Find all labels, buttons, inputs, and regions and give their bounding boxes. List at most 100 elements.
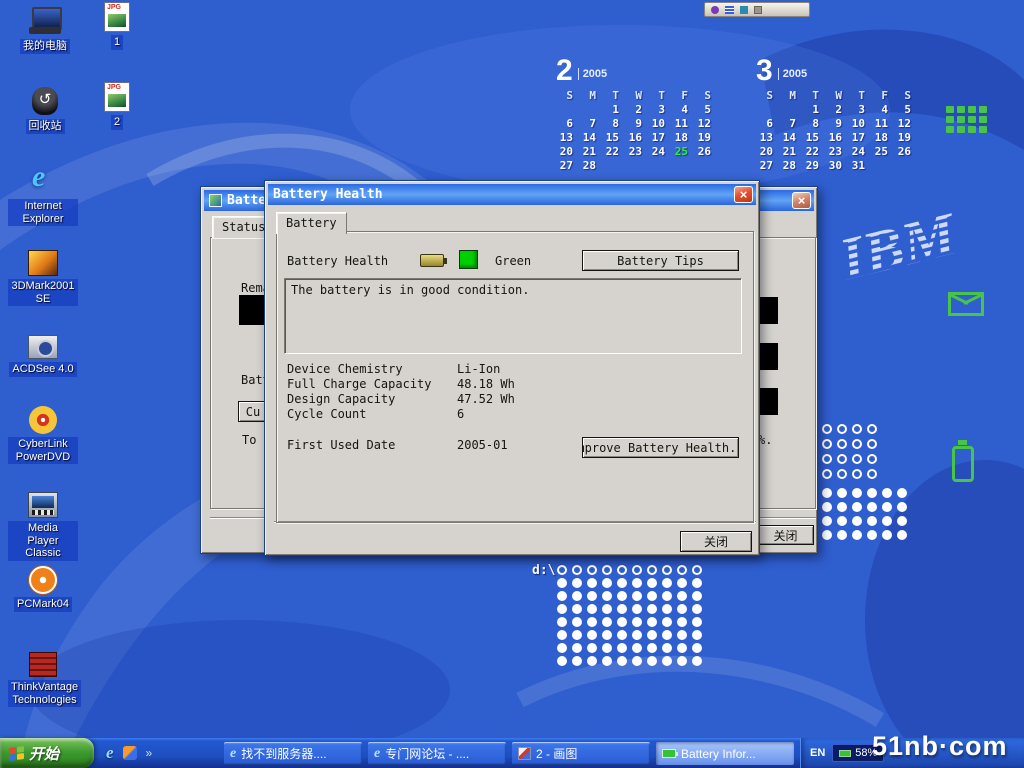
desktop-icon-label: 我的电脑: [20, 39, 70, 54]
tray-language-indicator[interactable]: EN: [810, 747, 825, 759]
desktop-icon-label: 1: [111, 35, 123, 50]
taskbar-task-paint[interactable]: 2 - 画图: [512, 742, 650, 765]
desktop-icon-pcmark04[interactable]: PCMark04: [8, 566, 78, 612]
desktop-icon-label: 3DMark2001 SE: [8, 279, 78, 306]
desktop-icon-acdsee[interactable]: ACDSee 4.0: [8, 332, 78, 377]
calendar-month: 2: [556, 56, 573, 86]
taskbar-task-battery-information[interactable]: Battery Infor...: [656, 742, 794, 765]
grid-icon: [946, 106, 990, 136]
desktop-icon-label: CyberLink PowerDVD: [8, 437, 78, 464]
jpg-file-icon: [104, 2, 130, 32]
battery-health-body: Battery Battery Health Green Battery Tip…: [268, 205, 756, 552]
language-bar[interactable]: [704, 2, 810, 17]
language-bar-keyboard-icon[interactable]: [725, 6, 734, 14]
desktop: IBM d:\ 2 2005 SMTWTFS123456789101112131…: [0, 0, 1024, 768]
3dmark-icon: [28, 250, 58, 276]
close-button[interactable]: 关闭: [757, 525, 814, 545]
window-title: Battery Health: [273, 187, 734, 202]
task-label: 专门网论坛 - ....: [385, 745, 469, 762]
quicklaunch-ie-icon[interactable]: e: [106, 743, 114, 763]
desktop-icon-label: PCMark04: [14, 597, 72, 612]
field-label: Cycle Count: [287, 407, 457, 422]
jpg-file-icon: [104, 82, 130, 112]
desktop-icon-jpg-1[interactable]: 1: [90, 2, 144, 50]
paint-icon: [518, 747, 531, 760]
quicklaunch-media-icon[interactable]: [123, 746, 137, 760]
calendar-year: 2005: [578, 68, 607, 80]
first-used-row: First Used Date 2005-01: [287, 438, 617, 453]
taskbar: 开始 e » e 找不到服务器.... e 专门网论坛 - .... 2 - 画…: [0, 738, 1024, 768]
quick-launch-bar: e »: [98, 738, 218, 768]
field-row: Device Chemistry Li-Ion: [287, 362, 617, 377]
desktop-icon-label: Media Player Classic: [8, 521, 78, 561]
desktop-icon-thinkvantage[interactable]: ThinkVantage Technologies: [8, 650, 78, 708]
powerdvd-icon: [29, 406, 57, 434]
battery-health-titlebar[interactable]: Battery Health: [268, 184, 756, 205]
svg-text:IBM: IBM: [832, 200, 965, 293]
field-value: 48.18 Wh: [457, 377, 515, 392]
tray-battery-icon: [839, 750, 851, 757]
close-button[interactable]: 关闭: [680, 531, 752, 552]
dot-pattern-bottom: [557, 565, 707, 669]
calendar-year: 2005: [778, 68, 807, 80]
desktop-icon-powerdvd[interactable]: CyberLink PowerDVD: [8, 406, 78, 465]
field-value: Li-Ion: [457, 362, 500, 377]
watermark-51nb: 51nb·com: [872, 731, 1008, 762]
battery-outline-icon: [952, 446, 974, 482]
quicklaunch-more-chevron[interactable]: »: [146, 746, 153, 760]
tab-battery[interactable]: Battery: [276, 212, 347, 234]
language-bar-audio-icon[interactable]: [711, 6, 719, 14]
task-label: 2 - 画图: [536, 745, 577, 762]
gauge-block: [758, 388, 778, 415]
desktop-icon-label: ACDSee 4.0: [9, 362, 76, 377]
battery-tips-button[interactable]: Battery Tips: [582, 250, 739, 271]
field-row: Design Capacity 47.52 Wh: [287, 392, 617, 407]
calendar-grid: SMTWTFS123456789101112131415161718192021…: [756, 89, 917, 173]
battery-health-dialog: Battery Health Battery Battery Health Gr…: [264, 180, 760, 556]
field-value: 2005-01: [457, 438, 508, 453]
thinkvantage-icon: [29, 652, 57, 677]
desktop-icon-media-player-classic[interactable]: Media Player Classic: [8, 490, 78, 561]
field-row: First Used Date 2005-01: [287, 438, 617, 453]
calendar-february: 2 2005 SMTWTFS12345678910111213141516171…: [556, 56, 717, 173]
taskbar-task-forum[interactable]: e 专门网论坛 - ....: [368, 742, 506, 765]
language-bar-input-icon[interactable]: [740, 6, 748, 14]
close-icon[interactable]: [734, 186, 753, 203]
calendar-grid: SMTWTFS123456789101112131415161718192021…: [556, 89, 717, 173]
start-button[interactable]: 开始: [0, 738, 94, 768]
calendar-title: 2 2005: [556, 56, 717, 86]
recycle-bin-icon: [28, 86, 62, 116]
field-value: 47.52 Wh: [457, 392, 515, 407]
drive-label: d:\: [532, 563, 555, 578]
dot-pattern-hollow: [822, 424, 882, 484]
ie-page-icon: e: [230, 747, 236, 761]
internet-explorer-icon: [26, 166, 60, 196]
media-player-classic-icon: [28, 492, 58, 518]
health-status-indicator: [459, 250, 478, 269]
battery-task-icon: [662, 749, 676, 758]
acdsee-icon: [28, 335, 58, 359]
desktop-icon-recycle-bin[interactable]: 回收站: [10, 86, 80, 134]
envelope-icon: [948, 292, 984, 316]
condition-textbox: The battery is in good condition.: [284, 278, 742, 354]
desktop-icon-3dmark2001[interactable]: 3DMark2001 SE: [8, 248, 78, 307]
desktop-icon-label: Internet Explorer: [8, 199, 78, 226]
windows-logo-icon: [9, 745, 24, 760]
field-value: 6: [457, 407, 464, 422]
taskbar-task-server-not-found[interactable]: e 找不到服务器....: [224, 742, 362, 765]
health-status-text: Green: [495, 254, 531, 268]
improve-battery-health-button[interactable]: Improve Battery Health...: [582, 437, 739, 458]
field-label: Full Charge Capacity: [287, 377, 457, 392]
desktop-icon-my-computer[interactable]: 我的电脑: [10, 6, 80, 54]
start-button-label: 开始: [29, 743, 59, 764]
desktop-icon-internet-explorer[interactable]: Internet Explorer: [8, 166, 78, 227]
field-row: Cycle Count 6: [287, 407, 617, 422]
desktop-icon-label: ThinkVantage Technologies: [8, 680, 81, 707]
battery-tab-pane: Battery Health Green Battery Tips The ba…: [276, 231, 754, 523]
dot-pattern-filled: [822, 488, 912, 544]
desktop-icon-jpg-2[interactable]: 2: [90, 82, 144, 130]
language-bar-options-icon[interactable]: [754, 6, 762, 14]
gauge-block: [758, 343, 778, 370]
close-icon[interactable]: [792, 192, 811, 209]
desktop-icon-label: 2: [111, 115, 123, 130]
